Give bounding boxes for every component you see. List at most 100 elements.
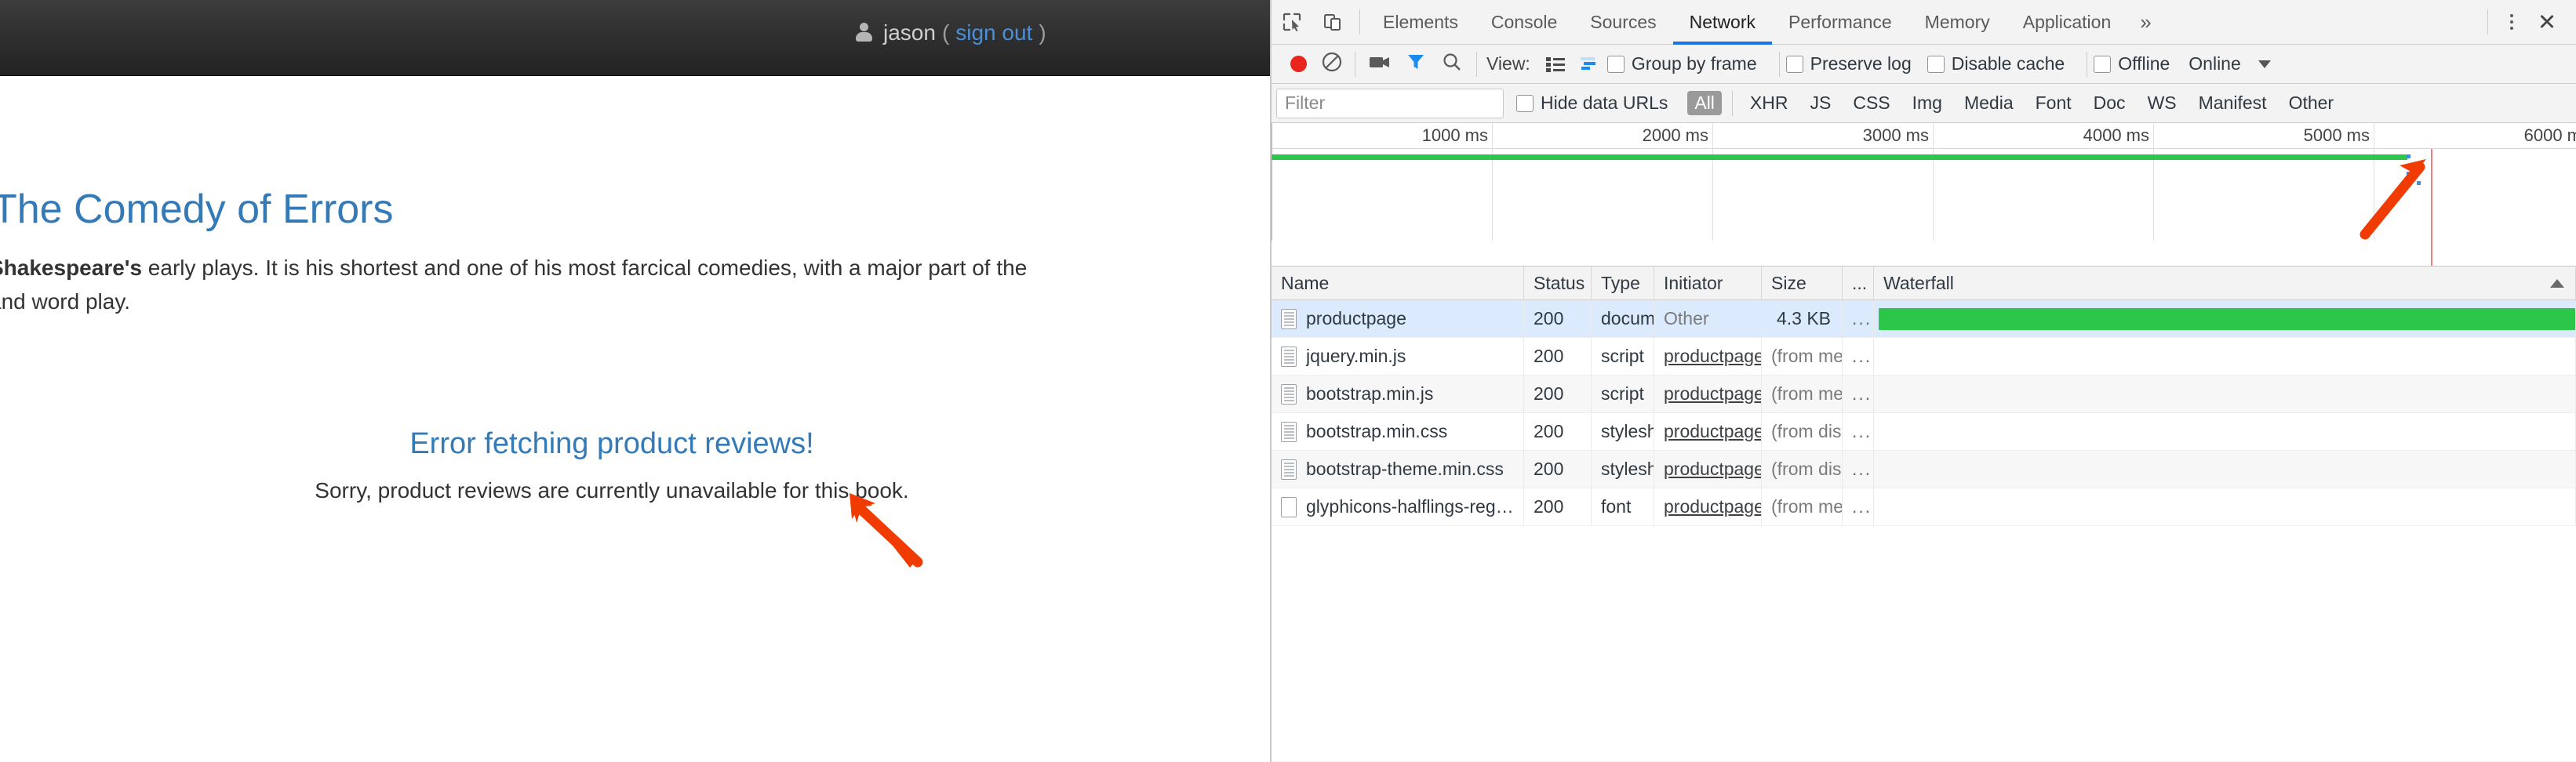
view-label: View: [1486,53,1530,74]
cell-initiator: productpage [1654,337,1762,376]
cell-overflow: ... [1843,337,1874,376]
device-toolbar-icon[interactable] [1312,4,1353,40]
user-icon [855,23,872,43]
sign-out-link[interactable]: sign out [955,22,1032,44]
group-by-frame-checkbox[interactable]: Group by frame [1606,53,1757,74]
table-row[interactable]: bootstrap.min.js 200 script productpage … [1272,375,2576,413]
more-options-icon[interactable] [2494,5,2529,39]
group-by-frame-box[interactable] [1606,55,1625,73]
group-by-frame-label: Group by frame [1631,53,1757,74]
column-header-name-label: Name [1281,272,1330,293]
hide-data-urls-box[interactable] [1516,94,1534,112]
hide-data-urls-checkbox[interactable]: Hide data URLs [1516,93,1668,114]
cell-name: bootstrap.min.css [1272,412,1524,451]
cell-initiator-link[interactable]: productpage [1664,421,1761,442]
table-row[interactable]: jquery.min.js 200 script productpage (fr… [1272,337,2576,376]
column-header-name[interactable]: Name [1272,266,1524,300]
timeline-tick-label-2000: 2000 ms [1642,125,1708,145]
cell-name-text: bootstrap.min.css [1306,421,1448,441]
type-filter-js[interactable]: JS [1803,91,1838,115]
table-row[interactable]: bootstrap-theme.min.css 200 stylesheet p… [1272,450,2576,488]
filter-input[interactable] [1276,88,1504,118]
cell-type: font [1592,488,1654,526]
column-header-size[interactable]: Size [1762,266,1843,300]
column-header-type[interactable]: Type [1592,266,1654,300]
overview-dot-4 [2417,181,2421,185]
offline-box[interactable] [2094,55,2112,73]
column-header-overflow[interactable]: ... [1843,266,1874,300]
waterfall-view-icon[interactable] [1579,55,1601,74]
type-filter-xhr[interactable]: XHR [1743,91,1796,115]
tab-application[interactable]: Application [2007,0,2128,45]
type-filter-manifest[interactable]: Manifest [2192,91,2274,115]
tab-application-label: Application [2022,11,2112,32]
record-button[interactable] [1290,56,1307,72]
cell-initiator-link[interactable]: productpage [1664,383,1761,405]
cell-overflow: ... [1843,375,1874,413]
cell-initiator: productpage [1654,488,1762,526]
tab-performance[interactable]: Performance [1772,0,1908,45]
cell-size: (from me... [1762,488,1843,526]
cell-type: script [1592,375,1654,413]
type-filter-doc[interactable]: Doc [2087,91,2133,115]
clear-icon[interactable] [1320,50,1344,78]
type-filter-css[interactable]: CSS [1846,91,1897,115]
cell-initiator-link[interactable]: productpage [1664,459,1761,480]
network-overview[interactable]: 1000 ms 2000 ms 3000 ms 4000 ms 5000 ms … [1272,123,2576,267]
timeline-tick-1000: 1000 ms [1422,123,1493,241]
cell-initiator-link[interactable]: productpage [1664,496,1761,517]
stylesheet-file-icon [1281,421,1297,442]
list-view-icon[interactable] [1545,55,1566,74]
disable-cache-checkbox[interactable]: Disable cache [1927,53,2065,74]
type-filter-media[interactable]: Media [1957,91,2021,115]
cell-name: jquery.min.js [1272,337,1524,376]
timeline-tick-label-3000: 3000 ms [1862,125,1929,145]
inspect-element-icon[interactable] [1272,4,1312,40]
timeline-tick-2000: 2000 ms [1643,123,1713,241]
more-tabs-button[interactable]: » [2127,10,2163,34]
network-controls-bar: View: Group by frame Preserve log Disabl… [1272,45,2576,84]
cell-status: 200 [1524,375,1592,413]
type-filter-font[interactable]: Font [2028,91,2079,115]
browser-page-pane: jason ( sign out ) The Comedy of Errors … [0,0,1270,762]
search-icon[interactable] [1442,52,1462,77]
type-filter-all[interactable]: All [1687,91,1722,115]
cell-type: stylesheet [1592,412,1654,451]
type-filter-ws[interactable]: WS [2141,91,2184,115]
type-filter-img[interactable]: Img [1905,91,1949,115]
overview-dot-1 [2407,154,2410,158]
type-filter-other[interactable]: Other [2282,91,2341,115]
column-header-waterfall[interactable]: Waterfall [1874,266,2576,300]
cell-name-text: bootstrap-theme.min.css [1306,459,1504,479]
tab-console[interactable]: Console [1475,0,1574,45]
throttling-value[interactable]: Online [2189,53,2240,74]
tab-elements[interactable]: Elements [1366,0,1475,45]
column-header-initiator[interactable]: Initiator [1654,266,1762,300]
disable-cache-box[interactable] [1927,55,1945,73]
page-body: The Comedy of Errors Shakespeare's early… [0,76,1270,762]
preserve-log-box[interactable] [1785,55,1803,73]
table-row[interactable]: glyphicons-halflings-regular.woff2 200 f… [1272,488,2576,526]
tab-memory[interactable]: Memory [1908,0,2007,45]
table-row[interactable]: productpage 200 document Other 4.3 KB ..… [1272,299,2576,338]
cell-name-text: jquery.min.js [1306,346,1406,366]
close-icon[interactable]: ✕ [2529,5,2565,39]
devtools-panel: Elements Console Sources Network Perform… [1272,0,2576,762]
preserve-log-checkbox[interactable]: Preserve log [1785,53,1912,74]
cell-initiator-link[interactable]: productpage [1664,346,1761,367]
tab-network[interactable]: Network [1672,0,1773,45]
cell-status: 200 [1524,337,1592,376]
camera-icon[interactable] [1368,53,1392,76]
tab-sources[interactable]: Sources [1574,0,1672,45]
cell-overflow: ... [1843,412,1874,451]
chevron-down-icon[interactable] [2258,60,2271,68]
annotation-arrow-overview [2360,159,2426,240]
column-header-waterfall-label: Waterfall [1883,272,1954,293]
table-row[interactable]: bootstrap.min.css 200 stylesheet product… [1272,412,2576,451]
filter-icon[interactable] [1406,52,1426,77]
offline-checkbox[interactable]: Offline [2094,53,2170,74]
cell-name-text: bootstrap.min.js [1306,383,1434,404]
cell-type: script [1592,337,1654,376]
cell-name-text: glyphicons-halflings-regular.woff2 [1306,496,1523,517]
column-header-status[interactable]: Status [1524,266,1592,300]
